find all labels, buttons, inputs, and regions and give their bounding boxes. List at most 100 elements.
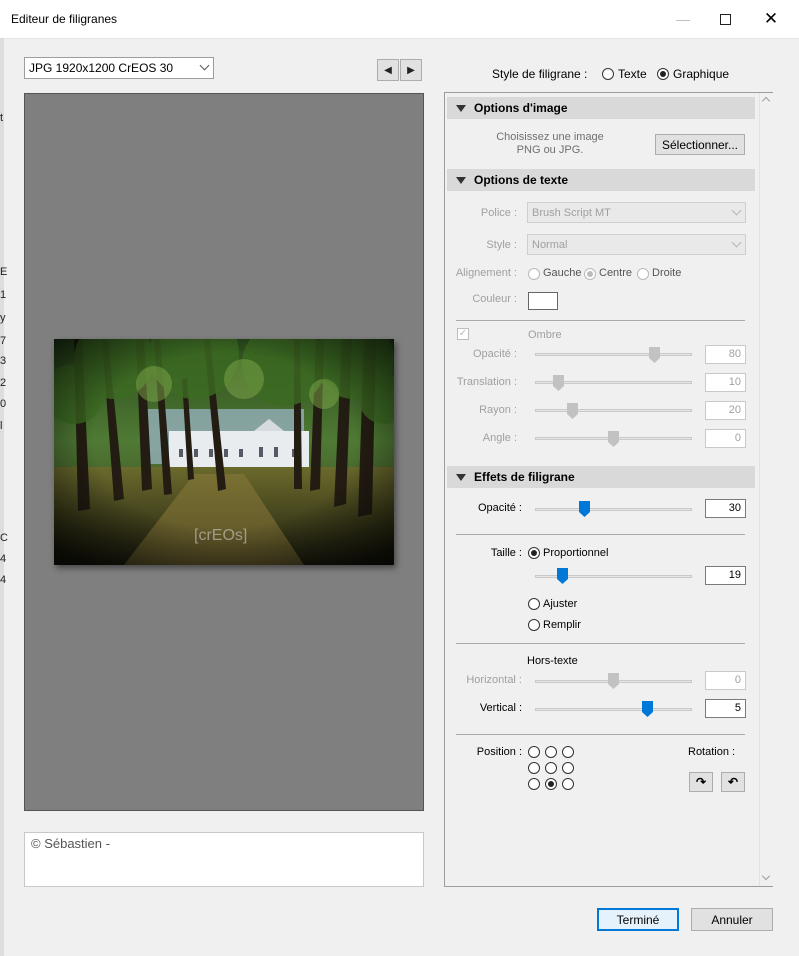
- shadow-opacity-track[interactable]: [535, 353, 692, 356]
- preset-select-value: JPG 1920x1200 CrEOS 30: [29, 61, 174, 75]
- style-graphic-radio[interactable]: [657, 68, 669, 80]
- align-left-radio[interactable]: [528, 268, 540, 280]
- select-image-button[interactable]: Sélectionner...: [655, 134, 745, 155]
- style-select[interactable]: Normal: [527, 234, 746, 255]
- cancel-label: Annuler: [711, 912, 753, 927]
- shadow-opacity-thumb[interactable]: [648, 347, 660, 363]
- vertical-thumb[interactable]: [641, 701, 653, 717]
- rotate-clockwise-button[interactable]: ↷: [689, 772, 713, 792]
- shadow-opacity-value[interactable]: 80: [705, 345, 746, 364]
- shadow-radius-value[interactable]: 20: [705, 401, 746, 420]
- text-options-title: Options de texte: [474, 173, 569, 187]
- align-center-radio[interactable]: [584, 268, 596, 280]
- copyright-text-field[interactable]: © Sébastien -: [24, 832, 424, 887]
- position-middle-right-radio[interactable]: [562, 762, 574, 774]
- minimize-button[interactable]: —: [660, 0, 706, 38]
- chevron-down-icon: [731, 237, 742, 248]
- options-scrollbar[interactable]: [759, 93, 773, 886]
- style-text-label[interactable]: Texte: [618, 67, 647, 81]
- watermark-effects-title: Effets de filigrane: [474, 470, 575, 484]
- title-bar: Editeur de filigranes — ✕: [0, 0, 799, 39]
- scroll-up-icon[interactable]: [761, 96, 771, 106]
- align-center-label[interactable]: Centre: [599, 267, 632, 279]
- preview-photo: [crEOs]: [54, 339, 394, 565]
- maximize-icon: [719, 13, 731, 25]
- position-bottom-center-radio[interactable]: [545, 778, 557, 790]
- section-divider: [456, 643, 745, 644]
- collapse-triangle-icon: [456, 104, 466, 112]
- cancel-button[interactable]: Annuler: [691, 908, 773, 931]
- size-fit-label[interactable]: Ajuster: [543, 598, 577, 610]
- shadow-angle-thumb[interactable]: [608, 431, 619, 447]
- done-button[interactable]: Terminé: [597, 908, 679, 931]
- font-select[interactable]: Brush Script MT: [527, 202, 746, 223]
- style-graphic-label[interactable]: Graphique: [673, 67, 729, 81]
- position-top-right-radio[interactable]: [562, 746, 574, 758]
- size-thumb[interactable]: [556, 568, 568, 584]
- close-button[interactable]: ✕: [748, 0, 794, 38]
- style-label: Style de filigrane :: [492, 67, 588, 81]
- style-text-radio[interactable]: [602, 68, 614, 80]
- arrow-left-icon: ◀: [384, 64, 392, 76]
- collapse-triangle-icon: [456, 473, 466, 481]
- next-image-button[interactable]: ▶: [400, 59, 422, 81]
- image-options-header[interactable]: Options d'image: [447, 97, 755, 119]
- maximize-button[interactable]: [702, 0, 748, 38]
- size-fit-radio[interactable]: [528, 598, 540, 610]
- photo-watermark-text: [crEOs]: [194, 527, 247, 544]
- opacity-track[interactable]: [535, 508, 692, 511]
- align-right-label[interactable]: Droite: [652, 267, 681, 279]
- size-fill-label[interactable]: Remplir: [543, 619, 581, 631]
- opacity-label: Opacité :: [477, 502, 522, 514]
- scroll-down-icon[interactable]: [761, 871, 771, 881]
- shadow-translation-thumb[interactable]: [552, 375, 564, 391]
- text-options-header[interactable]: Options de texte: [447, 169, 755, 191]
- font-label: Police :: [480, 207, 517, 219]
- opacity-thumb[interactable]: [578, 501, 590, 517]
- position-middle-center-radio[interactable]: [545, 762, 557, 774]
- size-proportional-label[interactable]: Proportionnel: [543, 547, 608, 559]
- arrow-right-icon: ▶: [407, 64, 415, 76]
- rotate-clockwise-icon: ↷: [695, 775, 707, 789]
- shadow-checkbox[interactable]: ✓: [457, 328, 469, 340]
- background-text: 1: [0, 289, 7, 301]
- vertical-label: Vertical :: [479, 702, 522, 714]
- align-left-label[interactable]: Gauche: [543, 267, 582, 279]
- watermark-effects-header[interactable]: Effets de filigrane: [447, 466, 755, 488]
- rotate-counterclockwise-button[interactable]: ↶: [721, 772, 745, 792]
- chevron-down-icon: [731, 205, 742, 216]
- position-bottom-right-radio[interactable]: [562, 778, 574, 790]
- vertical-track[interactable]: [535, 708, 692, 711]
- opacity-value[interactable]: 30: [705, 499, 746, 518]
- offset-title: Hors-texte: [527, 655, 578, 667]
- horizontal-thumb[interactable]: [608, 673, 619, 689]
- size-proportional-radio[interactable]: [528, 547, 540, 559]
- vertical-value[interactable]: 5: [705, 699, 746, 718]
- size-fill-radio[interactable]: [528, 619, 540, 631]
- font-select-value: Brush Script MT: [532, 206, 611, 219]
- shadow-translation-value[interactable]: 10: [705, 373, 746, 392]
- shadow-angle-value[interactable]: 0: [705, 429, 746, 448]
- background-text: 2: [0, 377, 7, 389]
- shadow-radius-track[interactable]: [535, 409, 692, 412]
- copyright-text: © Sébastien -: [31, 836, 110, 851]
- shadow-label: Ombre: [528, 329, 562, 341]
- shadow-translation-label: Translation :: [456, 376, 517, 388]
- position-top-center-radio[interactable]: [545, 746, 557, 758]
- position-middle-left-radio[interactable]: [528, 762, 540, 774]
- position-bottom-left-radio[interactable]: [528, 778, 540, 790]
- align-right-radio[interactable]: [637, 268, 649, 280]
- alignment-label: Alignement :: [455, 267, 517, 279]
- background-text: 3: [0, 355, 7, 367]
- size-value[interactable]: 19: [705, 566, 746, 585]
- minimize-icon: —: [676, 11, 690, 27]
- shadow-radius-thumb[interactable]: [567, 403, 579, 419]
- preset-select[interactable]: JPG 1920x1200 CrEOS 30: [24, 57, 214, 79]
- image-hint-line1: Choisissez une image: [496, 131, 604, 143]
- previous-image-button[interactable]: ◀: [377, 59, 399, 81]
- color-swatch[interactable]: [528, 292, 558, 310]
- horizontal-value[interactable]: 0: [705, 671, 746, 690]
- position-top-left-radio[interactable]: [528, 746, 540, 758]
- background-text: E: [0, 266, 8, 278]
- size-label: Taille :: [490, 547, 522, 559]
